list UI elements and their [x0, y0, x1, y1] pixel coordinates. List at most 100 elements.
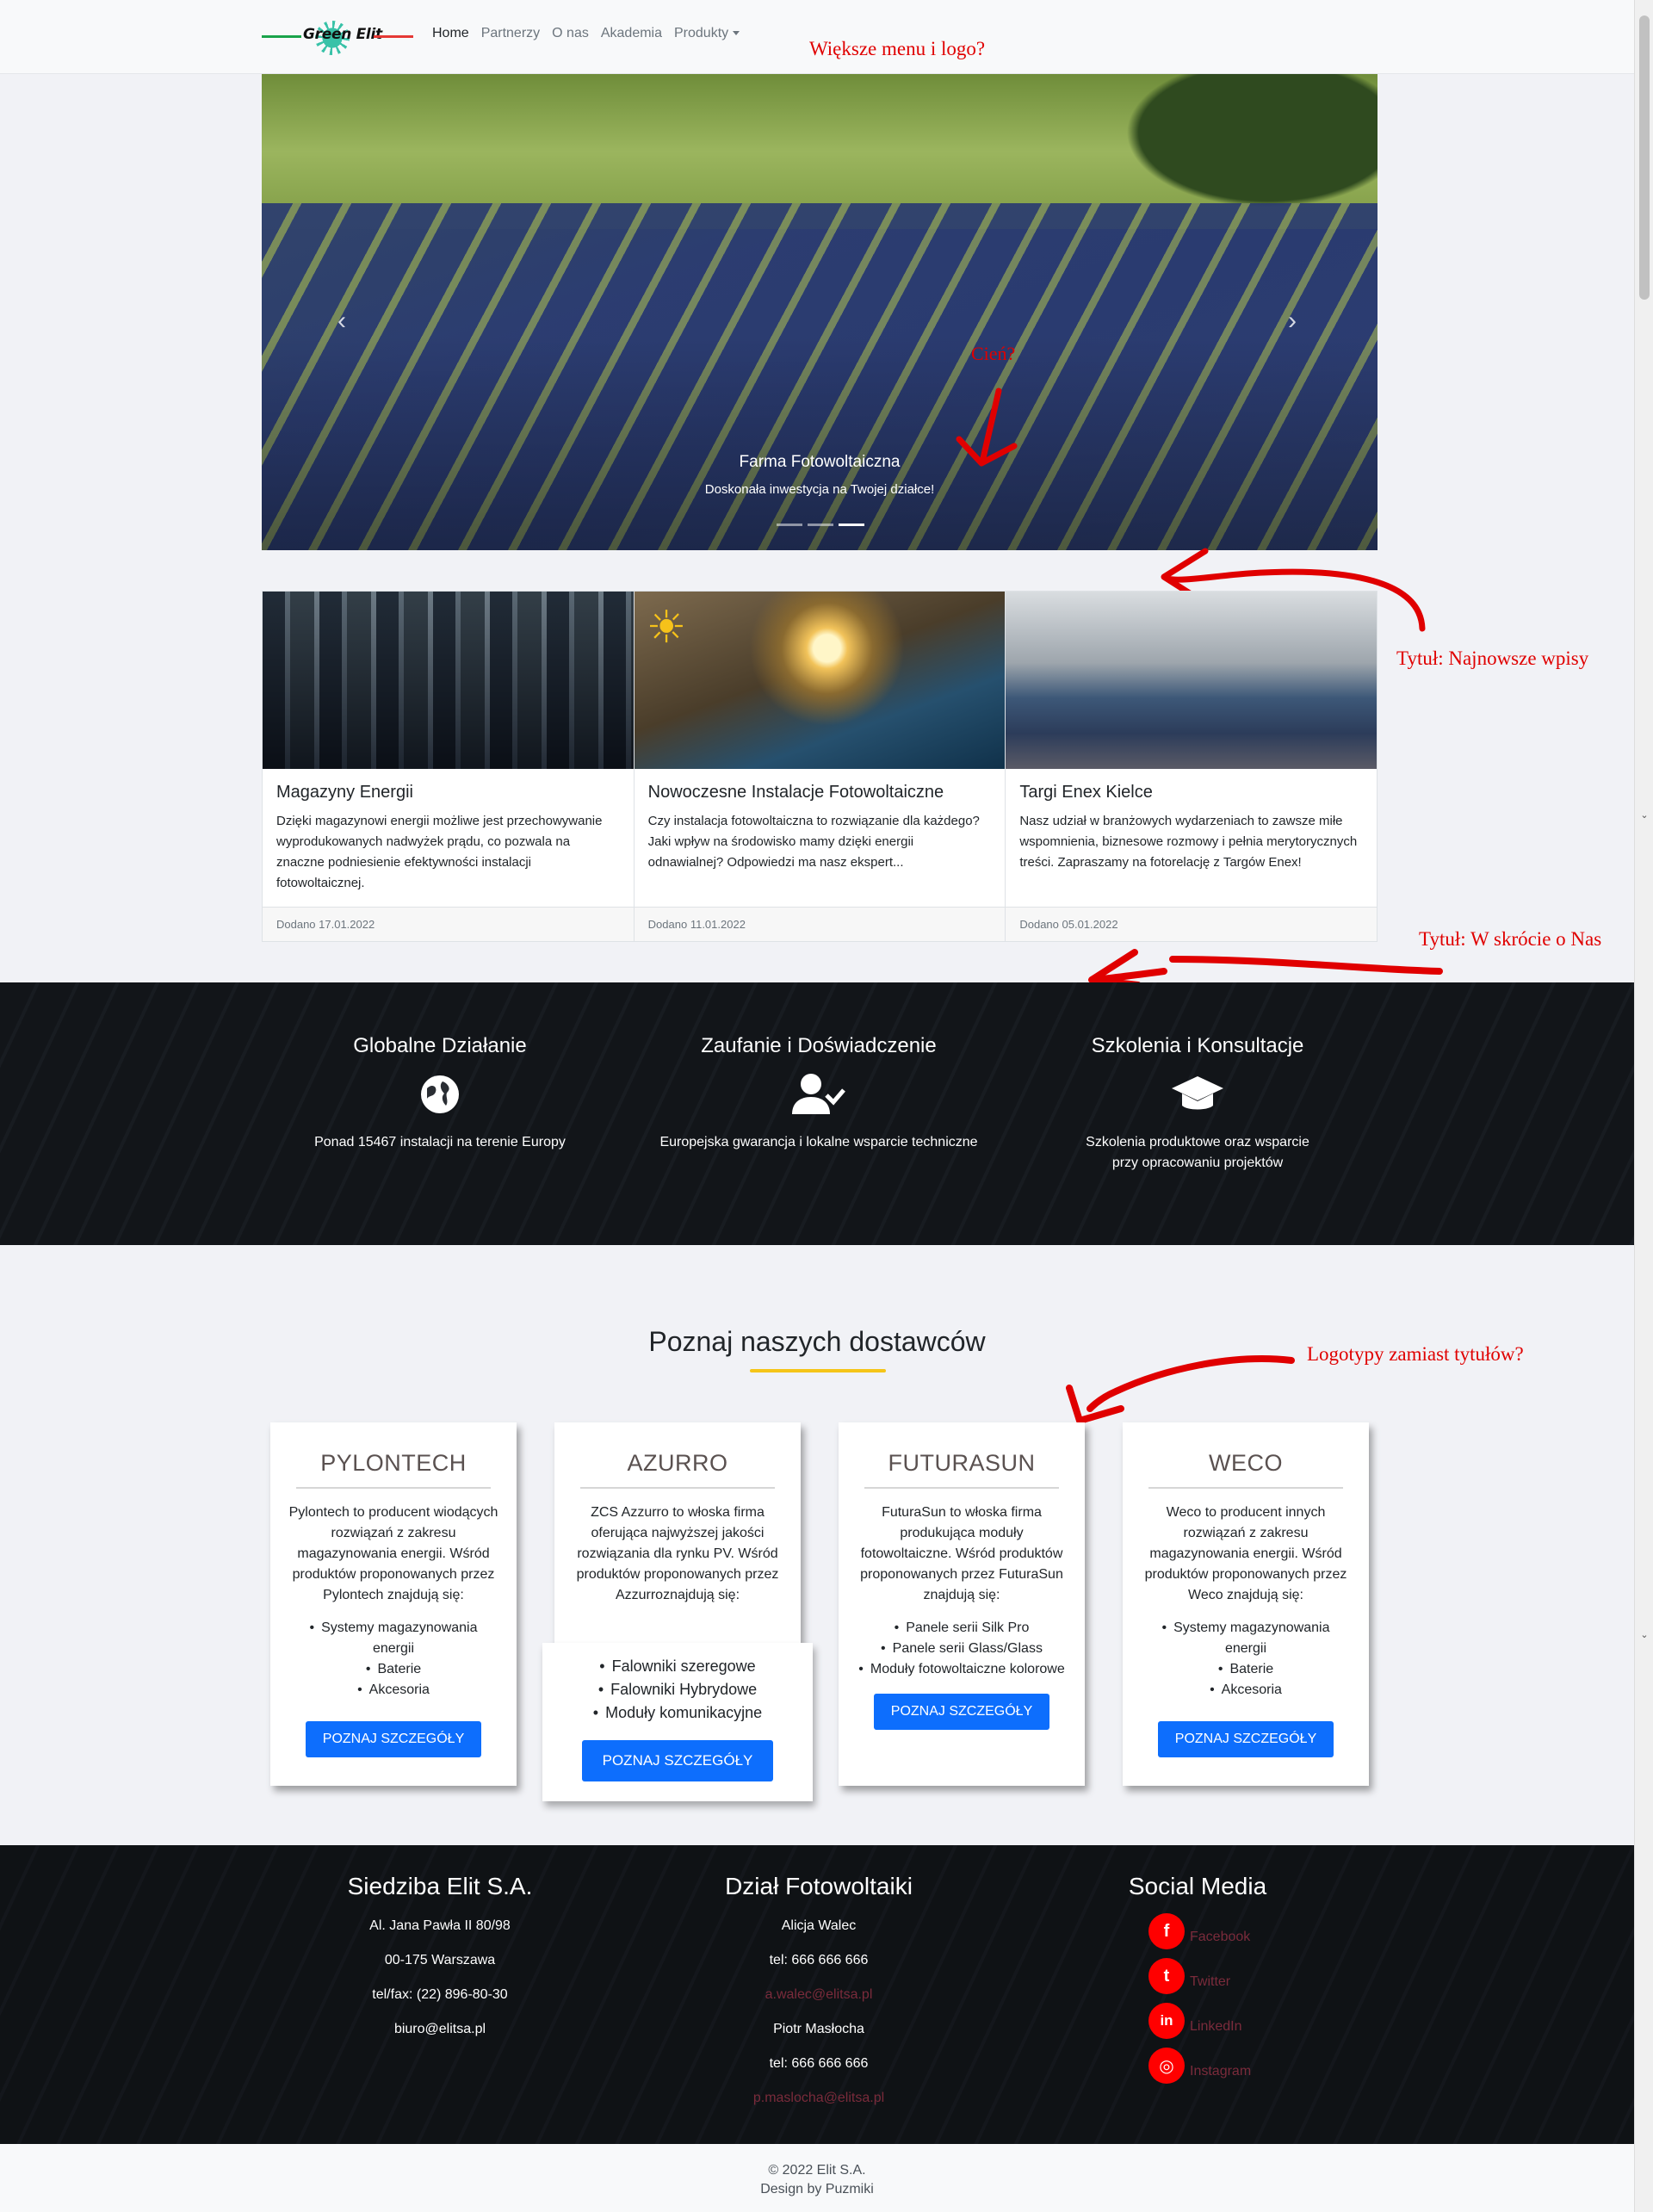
carousel-next-icon[interactable]: › — [1288, 307, 1297, 336]
hero-shade — [262, 74, 1378, 550]
feature-text: Europejska gwarancja i lokalne wsparcie … — [659, 1135, 978, 1149]
footer-title: Social Media — [1128, 1873, 1267, 1899]
divider — [580, 1487, 775, 1489]
post-card[interactable]: Targi Enex Kielce Nasz udział w branżowy… — [1006, 592, 1378, 941]
details-button[interactable]: POZNAJ SZCZEGÓŁY — [873, 1694, 1050, 1730]
footer-hq: Siedziba Elit S.A. Al. Jana Pawła II 80/… — [268, 1873, 612, 2047]
hero-carousel[interactable]: ‹ › Farma Fotowoltaiczna Doskonała inwes… — [262, 74, 1378, 550]
post-card[interactable]: ☀ Nowoczesne Instalacje Fotowoltaiczne C… — [634, 592, 1006, 941]
details-button[interactable]: POZNAJ SZCZEGÓŁY — [305, 1721, 482, 1757]
copyright-line: © 2022 Elit S.A. — [768, 2163, 866, 2178]
post-text: Dzięki magazynowi energii możliwe jest p… — [276, 814, 603, 890]
carousel-indicator[interactable] — [808, 524, 833, 526]
post-image — [1006, 592, 1378, 769]
nav-akademia[interactable]: Akademia — [601, 26, 662, 41]
post-title[interactable]: Magazyny Energii — [276, 783, 620, 802]
footer-title: Dział Fotowoltaiki — [725, 1873, 913, 1899]
annotation-latest: Tytuł: Najnowsze wpisy — [1396, 647, 1589, 669]
linkedin-icon[interactable]: in — [1148, 2003, 1185, 2039]
chevron-down-icon: ⌄ — [1640, 1630, 1649, 1640]
nav-partnerzy[interactable]: Partnerzy — [481, 26, 540, 41]
list-item: Systemy magazynowania energii — [1140, 1618, 1352, 1659]
nav-home[interactable]: Home — [432, 26, 469, 41]
hero-subtitle: Doskonała inwestycja na Twojej działce! — [704, 482, 935, 497]
carousel-indicator[interactable] — [777, 524, 802, 526]
logo-line-left — [262, 35, 301, 38]
post-text: Czy instalacja fotowoltaiczna to rozwiąz… — [647, 814, 980, 870]
social-label[interactable]: LinkedIn — [1190, 2019, 1242, 2035]
title-underline — [750, 1369, 886, 1372]
facebook-icon[interactable]: f — [1148, 1913, 1185, 1949]
feature-text: Ponad 15467 instalacji na terenie Europy — [314, 1135, 566, 1149]
post-title[interactable]: Nowoczesne Instalacje Fotowoltaiczne — [648, 783, 992, 802]
post-date: Dodano 17.01.2022 — [263, 907, 634, 941]
list-item: Baterie — [1140, 1659, 1352, 1680]
social-label[interactable]: Instagram — [1190, 2064, 1251, 2079]
supplier-products: Systemy magazynowania energii Baterie Ak… — [1140, 1618, 1352, 1701]
footer-line: tel: 666 666 666 — [769, 2056, 869, 2071]
social-links: f Facebook t Twitter in LinkedIn ◎ Insta… — [1148, 1909, 1251, 2088]
social-instagram[interactable]: ◎ Instagram — [1148, 2043, 1251, 2088]
details-button[interactable]: POZNAJ SZCZEGÓŁY — [581, 1740, 774, 1781]
logo[interactable]: Green Elit — [262, 19, 413, 59]
supplier-name: PYLONTECH — [320, 1450, 467, 1476]
post-text: Nasz udział w branżowych wydarzeniach to… — [1019, 814, 1358, 870]
nav-produkty-label: Produkty — [674, 26, 729, 40]
twitter-icon[interactable]: t — [1148, 1958, 1185, 1994]
supplier-text: ZCS Azzurro to włoska firma oferująca na… — [576, 1505, 779, 1602]
supplier-card-azurro: AZURRO ZCS Azzurro to włoska firma oferu… — [554, 1422, 801, 1646]
list-item: Baterie — [288, 1659, 499, 1680]
instagram-icon[interactable]: ◎ — [1148, 2048, 1185, 2084]
annotation-shadow: Cień? — [971, 343, 1016, 364]
footer-email[interactable]: biuro@elitsa.pl — [268, 2012, 612, 2047]
navbar: Green Elit Home Partnerzy O nas Akademia… — [0, 0, 1634, 74]
supplier-card-futurasun: FUTURASUN FuturaSun to włoska firma prod… — [839, 1422, 1085, 1786]
list-item: Moduły komunikacyjne — [542, 1701, 813, 1725]
details-button[interactable]: POZNAJ SZCZEGÓŁY — [1157, 1721, 1334, 1757]
social-linkedin[interactable]: in LinkedIn — [1148, 1998, 1251, 2043]
supplier-name: AZURRO — [627, 1450, 728, 1476]
graduation-cap-icon — [1025, 1070, 1370, 1118]
feature-title: Szkolenia i Konsultacje — [1091, 1034, 1304, 1057]
feature-text: Szkolenia produktowe oraz wsparcie przy … — [1086, 1135, 1309, 1170]
footer-social: Social Media — [1025, 1873, 1370, 1909]
social-facebook[interactable]: f Facebook — [1148, 1909, 1251, 1954]
footer-email-link[interactable]: p.maslocha@elitsa.pl — [647, 2081, 991, 2116]
footer-line: Alicja Walec — [781, 1918, 857, 1933]
chevron-down-icon: ⌄ — [1640, 810, 1649, 821]
chevron-down-icon — [733, 31, 740, 36]
footer-title: Siedziba Elit S.A. — [347, 1873, 533, 1899]
logo-line-right — [374, 35, 413, 38]
social-twitter[interactable]: t Twitter — [1148, 1954, 1251, 1998]
supplier-card-azurro-products: Falowniki szeregowe Falowniki Hybrydowe … — [542, 1643, 813, 1801]
supplier-text: FuturaSun to włoska firma produkująca mo… — [860, 1505, 1063, 1602]
about-strip: Globalne Działanie Ponad 15467 instalacj… — [0, 982, 1634, 1245]
hero-title: Farma Fotowoltaiczna — [739, 453, 901, 471]
credits-line: Design by Puzmiki — [760, 2182, 874, 2197]
list-item: Panele serii Glass/Glass — [856, 1639, 1068, 1659]
supplier-text: Weco to producent innych rozwiązań z zak… — [1144, 1505, 1347, 1602]
footer-line: 00-175 Warszawa — [384, 1953, 496, 1967]
supplier-products: Falowniki szeregowe Falowniki Hybrydowe … — [542, 1655, 813, 1725]
carousel-prev-icon[interactable]: ‹ — [337, 307, 346, 336]
carousel-indicator-active[interactable] — [839, 524, 864, 526]
logo-text: Green Elit — [303, 26, 382, 43]
scrollbar-thumb[interactable] — [1639, 15, 1650, 300]
nav-o-nas[interactable]: O nas — [552, 26, 589, 41]
social-label[interactable]: Facebook — [1190, 1930, 1250, 1945]
social-label[interactable]: Twitter — [1190, 1974, 1230, 1990]
divider — [296, 1487, 491, 1489]
annotation-logos: Logotypy zamiast tytułów? — [1307, 1343, 1524, 1365]
post-card[interactable]: Magazyny Energii Dzięki magazynowi energ… — [263, 592, 635, 941]
scrollbar[interactable]: ⌄ ⌄ — [1634, 0, 1653, 2212]
footer-line: tel: 666 666 666 — [769, 1953, 869, 1967]
footer-line: Al. Jana Pawła II 80/98 — [369, 1918, 511, 1933]
post-title[interactable]: Targi Enex Kielce — [1019, 783, 1363, 802]
supplier-products: Panele serii Silk Pro Panele serii Glass… — [856, 1618, 1068, 1680]
list-item: Moduły fotowoltaiczne kolorowe — [856, 1659, 1068, 1680]
sun-icon: ☀ — [646, 603, 687, 653]
feature-trust: Zaufanie i Doświadczenie Europejska gwar… — [647, 1034, 991, 1153]
nav-produkty[interactable]: Produkty — [674, 26, 740, 41]
footer-email-link[interactable]: a.walec@elitsa.pl — [647, 1978, 991, 2012]
user-check-icon — [647, 1070, 991, 1118]
